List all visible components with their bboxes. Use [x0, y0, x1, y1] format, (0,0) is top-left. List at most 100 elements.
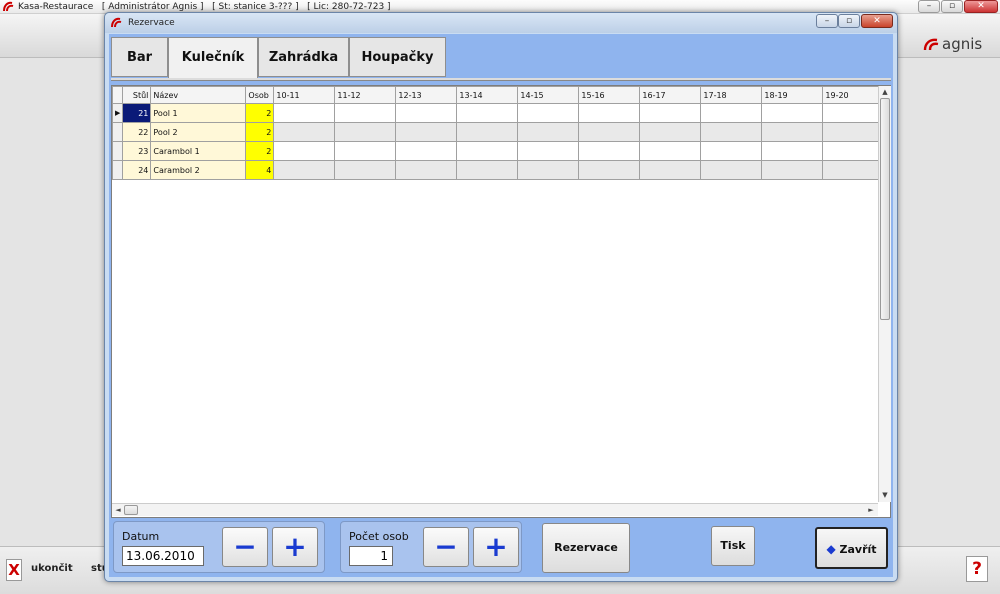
vertical-scrollbar[interactable]: ▲ ▼ [878, 86, 891, 502]
time-slot-cell[interactable] [639, 103, 702, 123]
time-slot-header[interactable]: 12-13 [395, 86, 458, 104]
time-slot-header[interactable]: 18-19 [761, 86, 824, 104]
cell-stul[interactable]: 22 [122, 122, 152, 142]
table-row[interactable]: 22 Pool 22 [111, 122, 882, 142]
row-indicator[interactable] [111, 141, 124, 161]
time-slot-cell[interactable] [761, 122, 824, 142]
horizontal-scroll-thumb[interactable] [124, 505, 138, 515]
cell-nazev[interactable]: Pool 2 [150, 122, 247, 142]
time-slot-header[interactable]: 19-20 [822, 86, 882, 104]
print-button[interactable]: Tisk [711, 526, 755, 566]
time-slot-cell[interactable] [517, 141, 580, 161]
time-slot-cell[interactable] [517, 122, 580, 142]
row-indicator[interactable]: ▶ [111, 103, 124, 123]
help-icon[interactable]: ? [966, 556, 988, 582]
time-slot-cell[interactable] [578, 160, 641, 180]
time-slot-cell[interactable] [395, 122, 458, 142]
time-slot-header[interactable]: 11-12 [334, 86, 397, 104]
time-slot-cell[interactable] [273, 141, 336, 161]
table-row[interactable]: 23 Carambol 12 [111, 141, 882, 161]
time-slot-cell[interactable] [395, 103, 458, 123]
time-slot-cell[interactable] [639, 141, 702, 161]
horizontal-scrollbar[interactable]: ◄ ► [112, 503, 878, 516]
time-slot-cell[interactable] [273, 103, 336, 123]
time-slot-cell[interactable] [334, 141, 397, 161]
booked-slot[interactable] [456, 122, 519, 142]
tab-zahradka[interactable]: Zahrádka [258, 37, 349, 77]
cell-stul[interactable]: 23 [122, 141, 152, 161]
time-slot-cell[interactable] [334, 160, 397, 180]
time-slot-cell[interactable] [822, 103, 882, 123]
time-slot-header[interactable]: 16-17 [639, 86, 702, 104]
dialog-minimize-button[interactable]: – [816, 14, 838, 28]
time-slot-cell[interactable] [761, 141, 824, 161]
vertical-scroll-thumb[interactable] [880, 98, 890, 320]
guests-increment-button[interactable]: + [473, 527, 519, 567]
time-slot-cell[interactable] [456, 141, 519, 161]
cell-osob[interactable]: 2 [245, 103, 275, 123]
time-slot-cell[interactable] [273, 160, 336, 180]
time-slot-cell[interactable] [578, 122, 641, 142]
exit-icon[interactable]: X [6, 559, 22, 581]
tab-houpacky[interactable]: Houpačky [349, 37, 446, 77]
scroll-left-icon[interactable]: ◄ [112, 504, 124, 516]
time-slot-cell[interactable] [395, 160, 458, 180]
guests-decrement-button[interactable]: − [423, 527, 469, 567]
time-slot-cell[interactable] [822, 160, 882, 180]
date-increment-button[interactable]: + [272, 527, 318, 567]
time-slot-cell[interactable] [517, 160, 580, 180]
column-header-nazev[interactable]: Název [150, 86, 247, 104]
guests-input[interactable]: 1 [349, 546, 393, 566]
date-input[interactable]: 13.06.2010 [122, 546, 204, 566]
time-slot-cell[interactable] [395, 141, 458, 161]
cell-osob[interactable]: 2 [245, 122, 275, 142]
tab-kulecnik[interactable]: Kulečník [168, 37, 258, 79]
cell-stul[interactable]: 21 [122, 103, 152, 123]
time-slot-cell[interactable] [639, 122, 702, 142]
date-decrement-button[interactable]: − [222, 527, 268, 567]
time-slot-cell[interactable] [822, 141, 882, 161]
scroll-down-icon[interactable]: ▼ [879, 489, 891, 501]
cell-nazev[interactable]: Carambol 2 [150, 160, 247, 180]
time-slot-header[interactable]: 13-14 [456, 86, 519, 104]
time-slot-header[interactable]: 15-16 [578, 86, 641, 104]
time-slot-cell[interactable] [334, 103, 397, 123]
time-slot-cell[interactable] [517, 103, 580, 123]
cell-stul[interactable]: 24 [122, 160, 152, 180]
time-slot-cell[interactable] [639, 160, 702, 180]
time-slot-cell[interactable] [700, 141, 763, 161]
time-slot-cell[interactable] [578, 141, 641, 161]
column-header-stul[interactable]: Stůl [122, 86, 152, 104]
time-slot-cell[interactable] [700, 103, 763, 123]
time-slot-header[interactable]: 14-15 [517, 86, 580, 104]
cell-osob[interactable]: 2 [245, 141, 275, 161]
scroll-right-icon[interactable]: ► [865, 504, 877, 516]
time-slot-cell[interactable] [456, 160, 519, 180]
time-slot-cell[interactable] [700, 122, 763, 142]
dialog-close-button[interactable]: ✕ [861, 14, 893, 28]
time-slot-cell[interactable] [700, 160, 763, 180]
main-close-button[interactable]: ✕ [964, 0, 998, 13]
main-maximize-button[interactable]: ▫ [941, 0, 963, 13]
close-button[interactable]: ◆ Zavřít [815, 527, 888, 569]
time-slot-cell[interactable] [578, 103, 641, 123]
time-slot-header[interactable]: 17-18 [700, 86, 763, 104]
time-slot-cell[interactable] [273, 122, 336, 142]
time-slot-cell[interactable] [456, 103, 519, 123]
dialog-maximize-button[interactable]: ▫ [838, 14, 860, 28]
row-indicator[interactable] [111, 160, 124, 180]
time-slot-cell[interactable] [334, 122, 397, 142]
reserve-button[interactable]: Rezervace [542, 523, 630, 573]
column-header-osob[interactable]: Osob [245, 86, 275, 104]
time-slot-cell[interactable] [761, 103, 824, 123]
main-minimize-button[interactable]: – [918, 0, 940, 13]
scroll-up-icon[interactable]: ▲ [879, 86, 891, 98]
row-indicator[interactable] [111, 122, 124, 142]
cell-nazev[interactable]: Carambol 1 [150, 141, 247, 161]
exit-label[interactable]: ukončit [31, 563, 73, 574]
cell-osob[interactable]: 4 [245, 160, 275, 180]
table-row[interactable]: 24 Carambol 24 [111, 160, 882, 180]
time-slot-header[interactable]: 10-11 [273, 86, 336, 104]
time-slot-cell[interactable] [822, 122, 882, 142]
table-row[interactable]: ▶ 21 Pool 12 [111, 103, 882, 123]
